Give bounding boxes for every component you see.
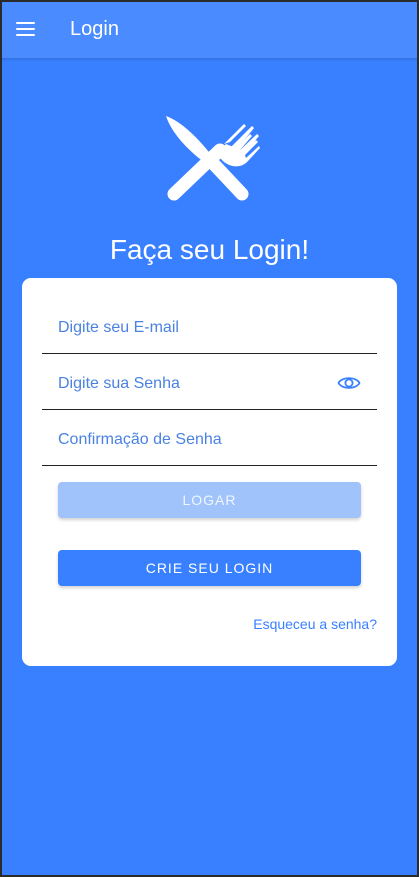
- menu-icon[interactable]: [14, 19, 38, 39]
- create-account-button[interactable]: CRIE SEU LOGIN: [58, 550, 361, 586]
- toolbar-title: Login: [70, 18, 119, 40]
- login-button[interactable]: LOGAR: [58, 482, 361, 518]
- toolbar: Login: [0, 0, 419, 58]
- password-field-container: [42, 354, 377, 410]
- password-field[interactable]: [58, 375, 318, 393]
- confirm-password-field-container: [42, 410, 377, 466]
- eye-icon[interactable]: [337, 374, 361, 392]
- page-title: Faça seu Login!: [109, 234, 310, 265]
- login-card: LOGAR CRIE SEU LOGIN Esqueceu a senha?: [22, 278, 397, 666]
- email-field[interactable]: [58, 319, 318, 337]
- confirm-password-field[interactable]: [58, 431, 318, 449]
- email-field-container: [42, 298, 377, 354]
- restaurant-icon: [166, 116, 260, 201]
- forgot-password-link[interactable]: Esqueceu a senha?: [253, 616, 377, 632]
